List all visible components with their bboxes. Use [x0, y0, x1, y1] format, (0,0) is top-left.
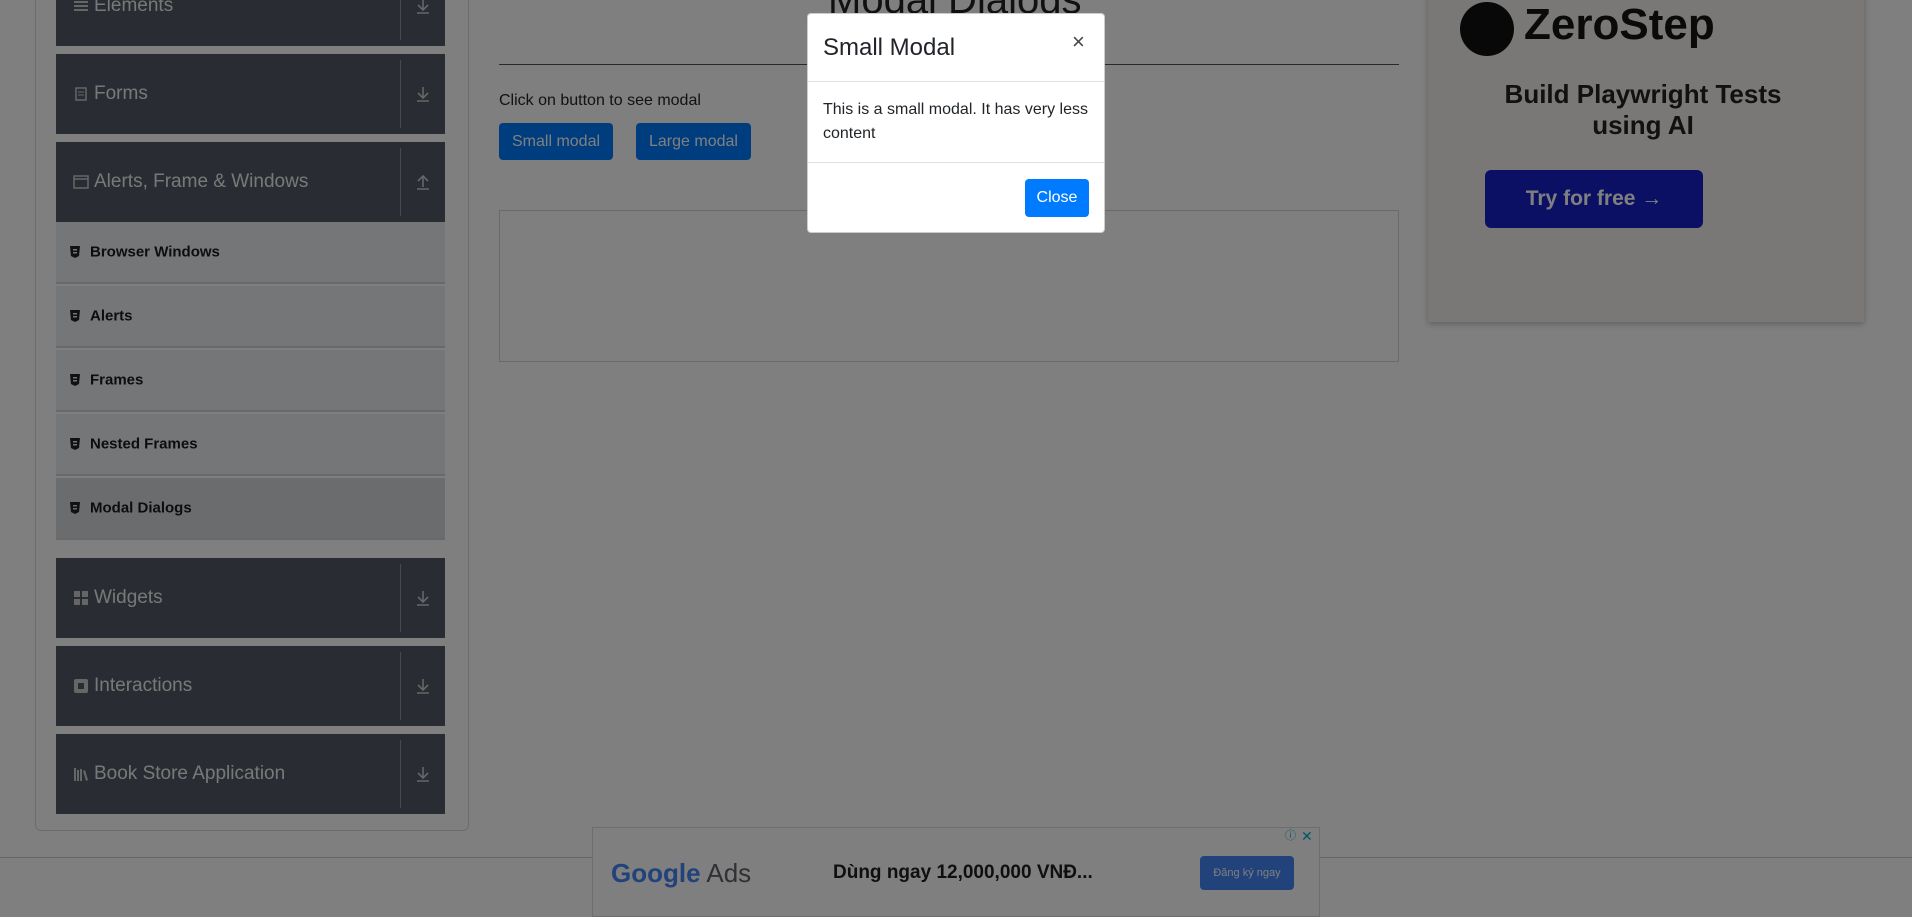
small-modal-dialog: Small Modal × This is a small modal. It … [807, 13, 1105, 233]
close-icon[interactable]: × [1072, 31, 1085, 53]
modal-header: Small Modal × [808, 14, 1104, 82]
modal-body-text: This is a small modal. It has very less … [823, 101, 1088, 142]
close-button[interactable]: Close [1025, 179, 1089, 217]
modal-footer: Close [808, 162, 1104, 233]
modal-title: Small Modal [823, 34, 956, 61]
